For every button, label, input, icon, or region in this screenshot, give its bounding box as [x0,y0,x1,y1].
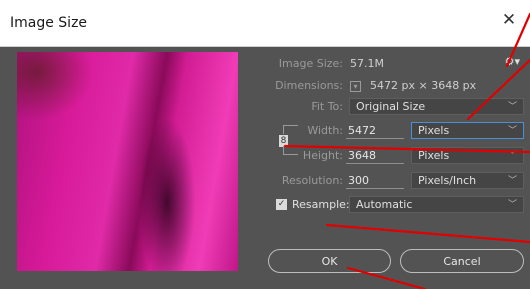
width-input[interactable]: 5472 [346,122,404,139]
chevron-down-icon: ﹀ [507,126,517,136]
resample-select[interactable]: Automatic ﹀ [349,196,524,213]
height-unit-value: Pixels [418,149,450,162]
resolution-label: Resolution: [281,174,343,187]
resolution-unit-select[interactable]: Pixels/Inch ﹀ [411,172,524,189]
height-input[interactable]: 3648 [346,147,404,164]
ok-button[interactable]: OK [268,249,391,273]
dimensions-label: Dimensions: [275,79,343,92]
title-bar: Image Size ✕ [0,0,530,47]
chevron-down-icon[interactable]: ▾ [350,81,361,92]
resample-value: Automatic [356,198,413,211]
resample-label: Resample: [292,198,350,211]
width-label: Width: [307,124,343,137]
dimensions-value: 5472 px × 3648 px [370,79,477,92]
cancel-button[interactable]: Cancel [400,249,524,273]
chevron-down-icon: ﹀ [507,200,517,210]
fit-to-select[interactable]: Original Size ﹀ [349,98,524,115]
chevron-down-icon: ﹀ [507,151,517,161]
dimensions-row: Dimensions: ▾ 5472 px × 3648 px [0,77,530,95]
chevron-down-icon: ﹀ [507,176,517,186]
close-icon[interactable]: ✕ [498,9,520,31]
height-unit-select[interactable]: Pixels ﹀ [411,147,524,164]
image-size-label: Image Size: [278,57,343,70]
width-unit-select[interactable]: Pixels ﹀ [411,122,524,139]
resolution-unit-value: Pixels/Inch [418,174,477,187]
fit-to-value: Original Size [356,100,426,113]
height-label: Height: [302,149,343,162]
resolution-input[interactable]: 300 [346,172,404,189]
annotation-line-resample [325,223,530,244]
image-size-value: 57.1M [350,57,384,70]
fit-to-label: Fit To: [311,100,343,113]
image-size-row: Image Size: 57.1M [0,55,530,73]
chevron-down-icon: ﹀ [507,102,517,112]
dialog-title: Image Size [10,15,88,31]
width-unit-value: Pixels [418,124,450,137]
